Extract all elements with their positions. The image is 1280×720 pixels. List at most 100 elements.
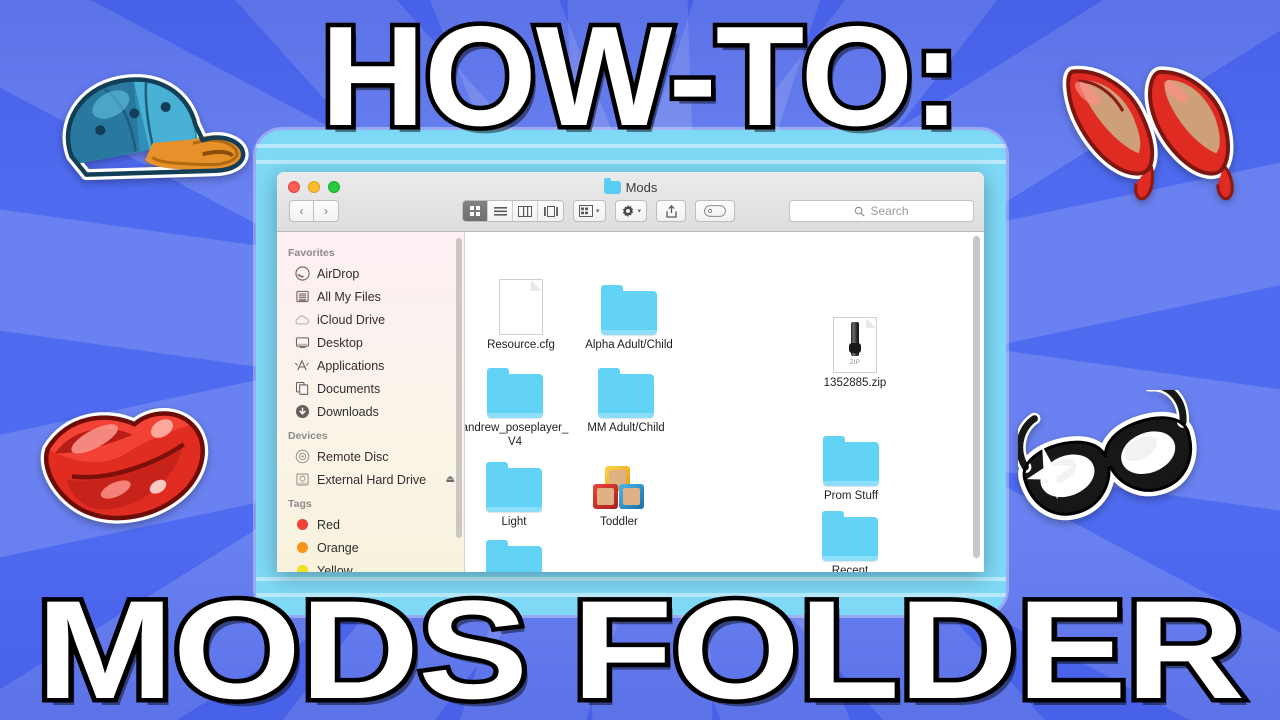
applications-icon [294,358,310,374]
sidebar-item-downloads[interactable]: Downloads [277,400,464,423]
zip-archive-icon: ZIP [801,315,909,373]
navigation-buttons: ‹ › [289,200,339,222]
file-item-resource-cfg[interactable]: Resource.cfg [467,277,575,353]
file-grid: Resource.cfg Alpha Adult/Child andrew_po… [465,232,984,572]
sidebar-item-label: Downloads [317,404,379,419]
window-body: Favorites AirDrop All My Files iCloud Dr… [277,232,984,572]
column-view-button[interactable] [513,201,538,221]
sidebar-item-remote-disc[interactable]: Remote Disc [277,445,464,468]
content-scrollbar[interactable] [973,236,980,558]
gallery-icon [543,205,558,217]
sidebar-section-devices-header: Devices [288,430,328,442]
search-placeholder: Search [870,204,909,218]
sidebar-item-label: All My Files [317,289,381,304]
window-title-text: Mods [625,180,658,195]
file-label: Alpha Adult/Child [585,339,673,351]
youtube-thumbnail: Mods ‹ › ▾ ▾ Search Favorites AirDrop Al… [0,0,1280,720]
folder-icon [796,503,904,561]
sidebar-item-label: Orange [317,540,359,555]
sidebar-item-desktop[interactable]: Desktop [277,331,464,354]
arrange-icon [579,205,593,217]
file-item-mm-adult-child[interactable]: MM Adult/Child [572,360,680,436]
list-view-button[interactable] [488,201,513,221]
file-item-prom-stuff[interactable]: Prom Stuff [797,428,905,504]
downloads-icon [294,404,310,420]
sidebar-item-applications[interactable]: Applications [277,354,464,377]
sidebar-item-documents[interactable]: Documents [277,377,464,400]
file-label: Prom Stuff [823,490,879,502]
sidebar-item-label: Desktop [317,335,363,350]
search-field[interactable]: Search [789,200,974,222]
file-label: Light [501,516,527,528]
icon-view-button[interactable] [463,201,488,221]
sidebar-item-all-my-files[interactable]: All My Files [277,285,464,308]
headline-top: HOW-TO: [316,0,965,156]
sidebar-item-airdrop[interactable]: AirDrop [277,262,464,285]
documents-icon [294,381,310,397]
window-titlebar: Mods ‹ › ▾ ▾ Search [277,172,984,232]
columns-icon [518,205,532,217]
sunglasses-sticker [1013,379,1233,570]
sidebar-item-icloud-drive[interactable]: iCloud Drive [277,308,464,331]
forward-chevron-icon: › [324,204,328,218]
gallery-view-button[interactable] [538,201,563,221]
list-icon [493,206,507,216]
grid-icon [470,206,480,216]
file-item-toddler[interactable]: Toddler [565,454,673,530]
toolbar-controls: ▾ ▾ [462,200,736,222]
folder-icon [797,428,905,486]
forward-button[interactable]: › [314,200,339,222]
file-item-1352885-zip[interactable]: ZIP 1352885.zip [801,315,909,391]
window-title: Mods [277,178,984,195]
file-label: MM Adult/Child [587,422,665,434]
icloud-icon [294,312,310,328]
sidebar: Favorites AirDrop All My Files iCloud Dr… [277,232,465,572]
remote-disc-icon [294,449,310,465]
folder-icon [465,532,568,572]
file-item-recent[interactable]: Recent [796,503,904,572]
sidebar-item-tag-red[interactable]: Red [277,513,464,536]
file-item-andrew-poseplayer-v4[interactable]: andrew_poseplayer_V4 [465,360,569,449]
action-button[interactable]: ▾ [614,200,648,222]
all-my-files-icon [294,289,310,305]
folder-icon [575,277,683,335]
tag-dot-red-icon [294,517,310,533]
tag-button[interactable] [695,200,736,222]
share-button[interactable] [656,200,687,222]
sidebar-item-label: External Hard Drive [317,472,427,487]
sidebar-item-label: Red [317,517,340,532]
file-item-alpha-adult-child[interactable]: Alpha Adult/Child [575,277,683,353]
headline-bottom: MODS FOLDER [31,571,1250,720]
hard-drive-icon [294,472,310,488]
sidebar-scrollbar[interactable] [456,238,462,538]
building-blocks-icon [565,454,673,512]
airdrop-icon [294,266,310,282]
tag-dot-orange-icon [294,540,310,556]
finder-window: Mods ‹ › ▾ ▾ Search Favorites AirDrop Al… [277,172,984,572]
folder-icon [572,360,680,418]
file-item-light[interactable]: Light [465,454,568,530]
sidebar-item-label: Applications [317,358,385,373]
chevron-down-icon: ▾ [637,208,642,215]
sidebar-item-label: AirDrop [317,266,360,281]
eject-icon[interactable]: ⏏ [446,474,455,485]
sidebar-item-tag-orange[interactable]: Orange [277,536,464,559]
sidebar-item-label: Documents [317,381,381,396]
arrange-button[interactable]: ▾ [573,200,606,222]
sidebar-section-favorites-header: Favorites [288,247,335,259]
sidebar-item-external-hard-drive[interactable]: External Hard Drive ⏏ [277,468,464,491]
chevron-down-icon: ▾ [596,208,600,215]
folder-icon [465,360,569,418]
share-icon [665,204,677,218]
file-label: Toddler [600,516,638,528]
folder-icon [465,454,568,512]
file-label: andrew_poseplayer_V4 [465,422,569,448]
search-icon [855,206,865,217]
back-button[interactable]: ‹ [289,200,314,222]
file-label: 1352885.zip [823,377,887,389]
document-icon [467,277,575,335]
desktop-icon [294,335,310,351]
sidebar-item-label: Remote Disc [317,449,389,464]
file-item-cas[interactable]: CAS [465,532,568,572]
tag-icon [704,205,726,217]
